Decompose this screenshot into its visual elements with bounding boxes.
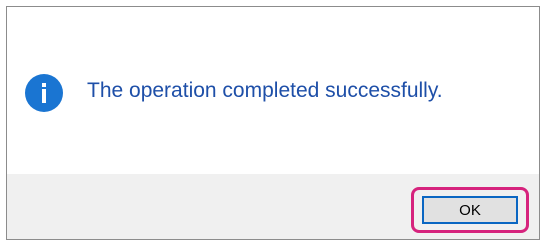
dialog-content: The operation completed successfully. bbox=[7, 7, 539, 177]
dialog-button-bar: OK bbox=[7, 174, 539, 239]
information-icon bbox=[25, 74, 63, 112]
ok-button-highlight: OK bbox=[411, 187, 529, 233]
ok-button[interactable]: OK bbox=[422, 196, 518, 224]
message-dialog: The operation completed successfully. OK bbox=[6, 6, 540, 240]
dialog-message: The operation completed successfully. bbox=[87, 79, 443, 102]
